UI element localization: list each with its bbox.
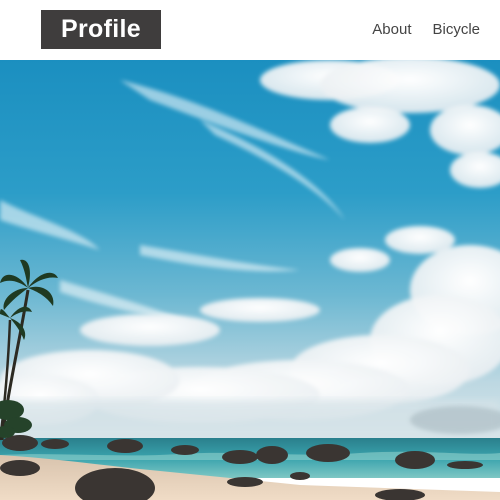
nav-link-bicycle[interactable]: Bicycle (432, 20, 480, 40)
main-nav: About Bicycle (372, 20, 480, 40)
page: Profile About Bicycle (0, 0, 500, 500)
beach-hero-image (0, 60, 500, 500)
site-logo[interactable]: Profile (41, 10, 161, 49)
beach-illustration (0, 60, 500, 500)
site-header: Profile About Bicycle (0, 0, 500, 60)
nav-link-about[interactable]: About (372, 20, 411, 40)
